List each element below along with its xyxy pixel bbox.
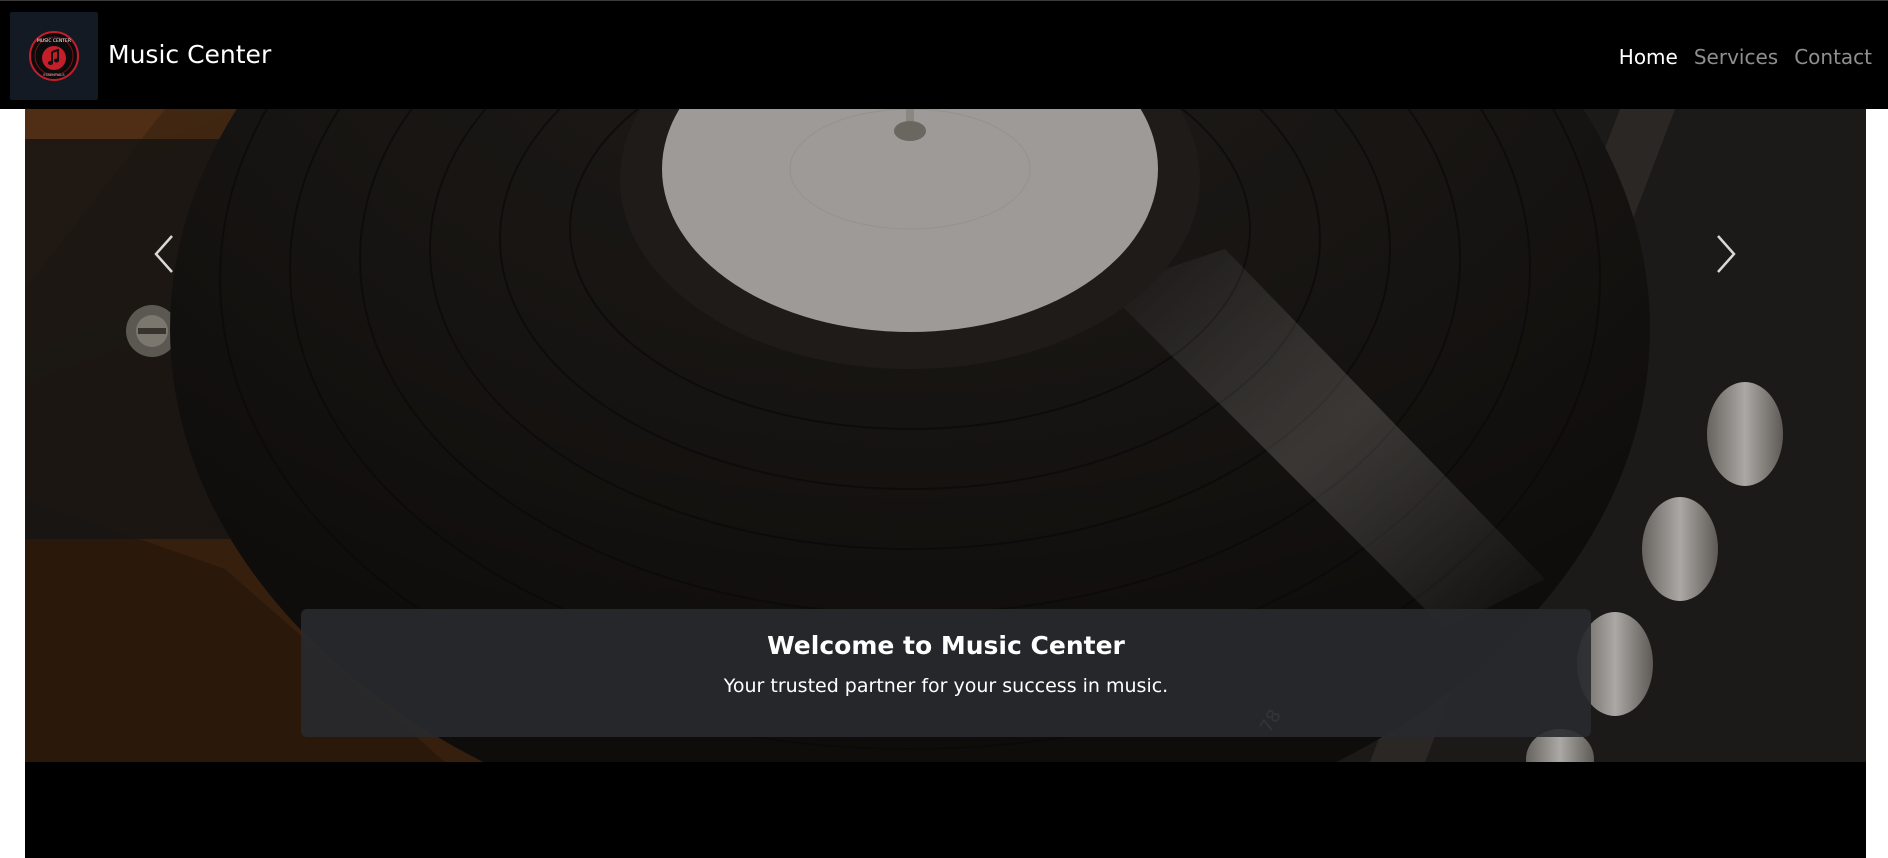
nav-services[interactable]: Services [1694, 43, 1778, 71]
svg-text:ESSENTIALS: ESSENTIALS [43, 73, 65, 77]
navbar: MUSIC CENTER ESSENTIALS Music Center Hom… [0, 0, 1888, 109]
carousel-caption: Welcome to Music Center Your trusted par… [301, 609, 1591, 737]
main-nav: Home Services Contact [1619, 43, 1872, 71]
music-note-badge-icon: MUSIC CENTER ESSENTIALS [29, 31, 79, 81]
brand-name[interactable]: Music Center [108, 39, 271, 71]
caption-title: Welcome to Music Center [767, 631, 1125, 660]
nav-contact[interactable]: Contact [1794, 43, 1872, 71]
carousel-prev-button[interactable] [134, 219, 194, 289]
nav-home[interactable]: Home [1619, 43, 1678, 71]
content-band [25, 762, 1866, 858]
chevron-left-icon [154, 235, 173, 273]
hero-carousel: 78 Welcome to Music Center Your trusted … [25, 109, 1866, 762]
brand-logo[interactable]: MUSIC CENTER ESSENTIALS [10, 12, 98, 100]
logo-lettering: MUSIC CENTER [37, 38, 71, 44]
caption-text: Your trusted partner for your success in… [723, 675, 1169, 697]
chevron-right-icon [1717, 235, 1736, 273]
carousel-next-button[interactable] [1696, 219, 1756, 289]
